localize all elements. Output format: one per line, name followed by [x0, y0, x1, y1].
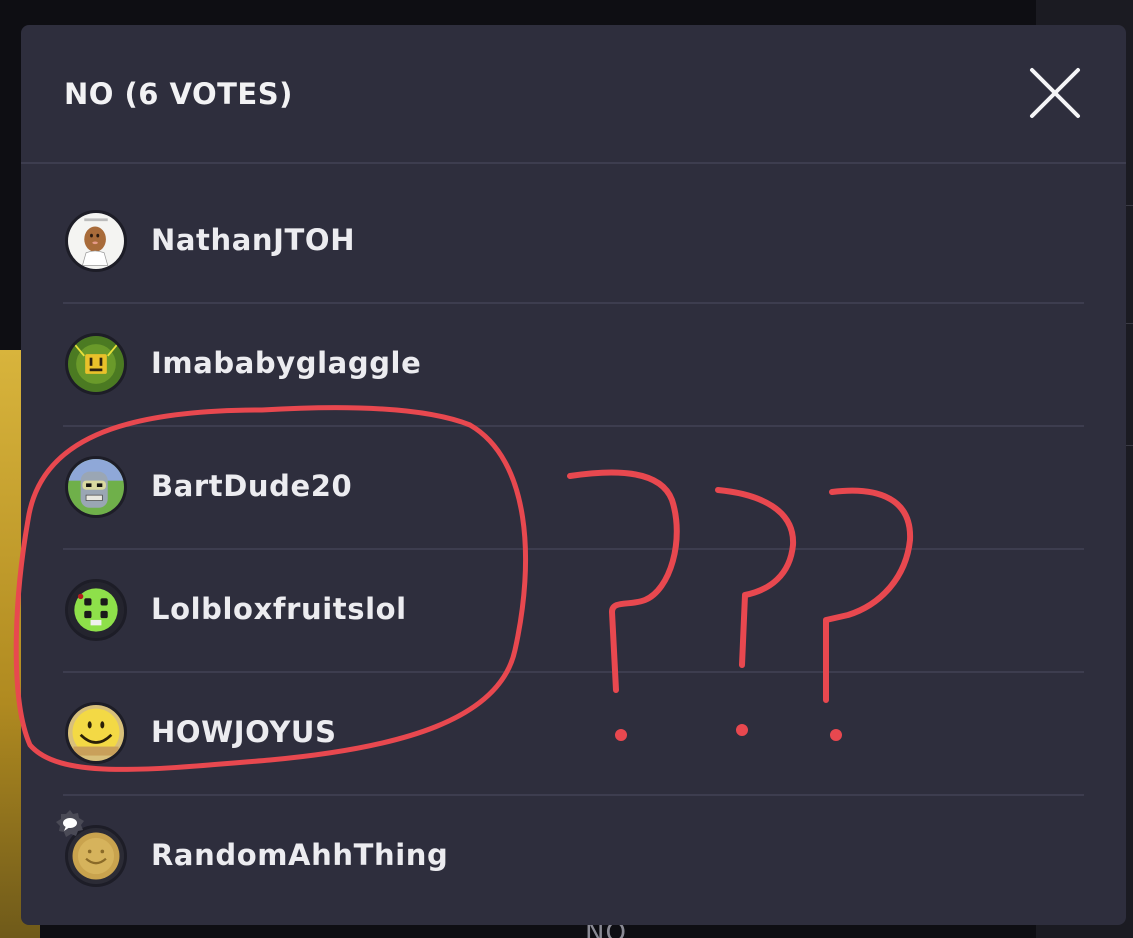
voter-row[interactable]: NathanJTOH	[63, 181, 1084, 304]
voter-row[interactable]: BartDude20	[63, 427, 1084, 550]
voter-row[interactable]: RandomAhhThing	[56, 796, 1084, 917]
voters-modal: NO (6 VOTES) NathanJTOH Imababyglaggle B…	[21, 25, 1126, 925]
voter-row[interactable]: Imababyglaggle	[63, 304, 1084, 427]
voter-name[interactable]: RandomAhhThing	[151, 838, 448, 872]
potato-face-avatar[interactable]	[65, 210, 127, 272]
voter-name[interactable]: NathanJTOH	[151, 223, 355, 257]
voter-row[interactable]: HOWJOYUS	[63, 673, 1084, 796]
voter-name[interactable]: HOWJOYUS	[151, 715, 337, 749]
close-button[interactable]	[1025, 63, 1085, 123]
voter-name[interactable]: Lolbloxfruitslol	[151, 592, 407, 626]
voter-list: NathanJTOH Imababyglaggle BartDude20 Lol…	[56, 181, 1084, 917]
chat-bubble-icon	[55, 809, 85, 839]
voter-name[interactable]: Imababyglaggle	[151, 346, 421, 380]
green-yellow-face-avatar[interactable]	[65, 333, 127, 395]
close-icon	[1030, 68, 1080, 118]
modal-header: NO (6 VOTES)	[21, 25, 1126, 164]
robot-face-avatar[interactable]	[65, 456, 127, 518]
smiley-face-avatar[interactable]	[65, 702, 127, 764]
green-zombie-face-avatar[interactable]	[65, 579, 127, 641]
modal-title: NO (6 VOTES)	[64, 77, 293, 111]
voter-name[interactable]: BartDude20	[151, 469, 352, 503]
voter-row[interactable]: Lolbloxfruitslol	[63, 550, 1084, 673]
